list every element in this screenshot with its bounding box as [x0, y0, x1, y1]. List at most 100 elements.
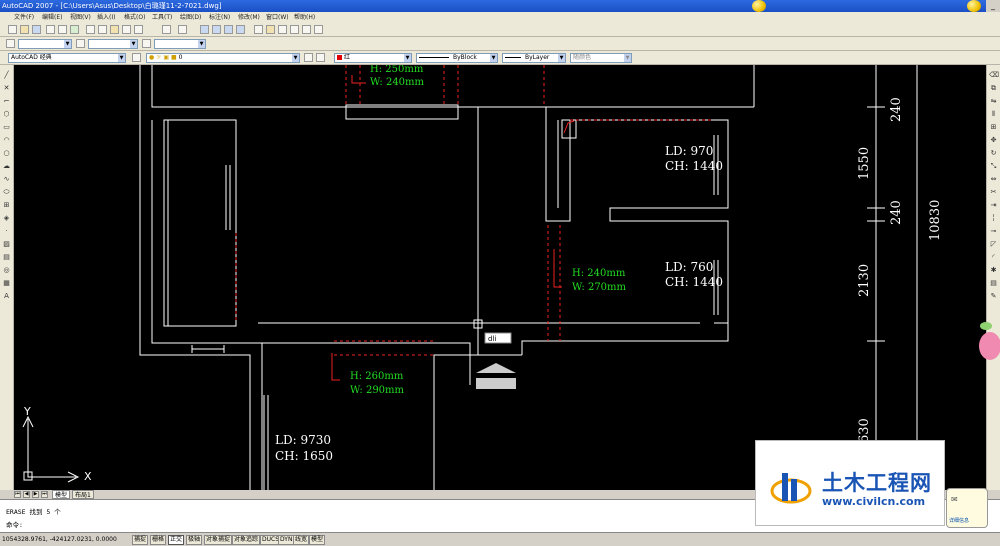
- minimize-button[interactable]: _: [986, 0, 1000, 12]
- revision-cloud-icon[interactable]: ☁: [2, 162, 11, 170]
- new-file-icon[interactable]: [8, 25, 17, 34]
- line-icon[interactable]: ╱: [2, 71, 11, 79]
- sheet-set-icon[interactable]: [290, 25, 299, 34]
- tab-model[interactable]: 模型: [52, 490, 71, 499]
- offset-icon[interactable]: ⫴: [989, 110, 998, 118]
- array-icon[interactable]: ⊞: [989, 123, 998, 131]
- color-combo[interactable]: 红 ▼: [334, 53, 412, 63]
- grid-toggle[interactable]: 栅格: [150, 535, 167, 545]
- make-layer-current-icon[interactable]: [304, 53, 313, 62]
- linetype-combo[interactable]: ByBlock ▼: [416, 53, 498, 63]
- hatch-icon[interactable]: ▨: [2, 240, 11, 248]
- match-properties-icon[interactable]: [122, 25, 131, 34]
- fillet-icon[interactable]: ◜: [989, 253, 998, 261]
- ortho-toggle[interactable]: 正交: [168, 535, 185, 545]
- lineweight-combo[interactable]: ByLayer ▼: [502, 53, 566, 63]
- assistant-widget-icon[interactable]: [972, 320, 1000, 362]
- command-prompt[interactable]: 命令:: [6, 519, 23, 529]
- explode-icon[interactable]: ✱: [989, 266, 998, 274]
- calculator-icon[interactable]: [314, 25, 323, 34]
- dyn-toggle[interactable]: DYN: [278, 535, 295, 545]
- zoom-previous-icon[interactable]: [236, 25, 245, 34]
- properties-icon[interactable]: [254, 25, 263, 34]
- menu-file[interactable]: 文件(F): [14, 12, 34, 23]
- mirror-icon[interactable]: ⇋: [989, 97, 998, 105]
- text-style-icon[interactable]: [6, 39, 15, 48]
- trim-icon[interactable]: ✂: [989, 188, 998, 196]
- workspace-combo[interactable]: AutoCAD 经典 ▼: [8, 53, 126, 63]
- region-icon[interactable]: ◎: [2, 266, 11, 274]
- dim-style-combo[interactable]: ▼: [88, 39, 138, 49]
- scale-icon[interactable]: ⤡: [989, 162, 998, 170]
- polygon-icon[interactable]: ⬡: [2, 110, 11, 118]
- lineweight-toggle[interactable]: 线宽: [293, 535, 310, 545]
- tab-layout1[interactable]: 布局1: [72, 490, 94, 499]
- ellipse-icon[interactable]: ⬭: [2, 188, 11, 196]
- polyline-icon[interactable]: ⌐: [2, 97, 11, 105]
- multiline-text-icon[interactable]: A: [2, 292, 11, 300]
- next-tab-icon[interactable]: ▶: [32, 491, 39, 498]
- print-preview-icon[interactable]: [58, 25, 67, 34]
- erase-icon[interactable]: ⌫: [989, 71, 999, 79]
- publish-icon[interactable]: [70, 25, 79, 34]
- tool-palettes-icon[interactable]: [278, 25, 287, 34]
- menu-modify[interactable]: 修改(M): [238, 12, 260, 23]
- menu-edit[interactable]: 编辑(E): [42, 12, 62, 23]
- move-icon[interactable]: ✥: [989, 136, 998, 144]
- block-editor-icon[interactable]: [134, 25, 143, 34]
- table-icon[interactable]: ▦: [2, 279, 11, 287]
- coordinate-readout[interactable]: 1054328.9761, -424127.0231, 0.0000: [2, 535, 130, 545]
- arc-icon[interactable]: ◠: [2, 136, 11, 144]
- cut-icon[interactable]: [86, 25, 95, 34]
- snap-toggle[interactable]: 捕捉: [132, 535, 149, 545]
- menu-dimension[interactable]: 标注(N): [209, 12, 230, 23]
- notification-ball-icon[interactable]: [752, 0, 766, 12]
- paste-icon[interactable]: [110, 25, 119, 34]
- notification-balloon[interactable]: ✉ 详细信息: [946, 488, 988, 528]
- print-icon[interactable]: [46, 25, 55, 34]
- menu-tools[interactable]: 工具(T): [152, 12, 172, 23]
- gradient-icon[interactable]: ▤: [2, 253, 11, 261]
- first-tab-icon[interactable]: ⏮: [14, 491, 21, 498]
- stretch-icon[interactable]: ⇔: [989, 175, 998, 183]
- notification-link[interactable]: 详细信息: [949, 517, 969, 524]
- polar-toggle[interactable]: 极轴: [186, 535, 203, 545]
- point-icon[interactable]: ·: [2, 227, 11, 235]
- copy-object-icon[interactable]: ⧉: [989, 84, 998, 92]
- model-toggle[interactable]: 模型: [309, 535, 326, 545]
- save-icon[interactable]: [32, 25, 41, 34]
- extend-icon[interactable]: ⇥: [989, 201, 998, 209]
- rotate-icon[interactable]: ↻: [989, 149, 998, 157]
- table-style-combo[interactable]: ▼: [154, 39, 206, 49]
- notification-ball-icon[interactable]: [967, 0, 981, 12]
- insert-block-icon[interactable]: ⊞: [2, 201, 11, 209]
- plotstyle-combo[interactable]: 随颜色 ▼: [570, 53, 632, 63]
- construction-line-icon[interactable]: ✕: [2, 84, 11, 92]
- open-file-icon[interactable]: [20, 25, 29, 34]
- zoom-window-icon[interactable]: [224, 25, 233, 34]
- chamfer-icon[interactable]: ◸: [989, 240, 998, 248]
- menu-insert[interactable]: 插入(I): [97, 12, 115, 23]
- edit-text-icon[interactable]: ✎: [989, 292, 998, 300]
- layer-manager-icon[interactable]: [132, 53, 141, 62]
- markup-icon[interactable]: [302, 25, 311, 34]
- layer-combo[interactable]: ● ☼ ▣ ■ 0 ▼: [146, 53, 300, 63]
- pan-icon[interactable]: [200, 25, 209, 34]
- spline-icon[interactable]: ∿: [2, 175, 11, 183]
- zoom-realtime-icon[interactable]: [212, 25, 221, 34]
- dim-style-icon[interactable]: [76, 39, 85, 48]
- prev-tab-icon[interactable]: ◀: [23, 491, 30, 498]
- break-icon[interactable]: ╎: [989, 214, 998, 222]
- drawing-area[interactable]: H: 250mm W: 240mm H: 240mm W: 270mm H: 2…: [14, 65, 986, 490]
- rectangle-icon[interactable]: ▭: [2, 123, 11, 131]
- menu-view[interactable]: 视图(V): [70, 12, 91, 23]
- design-center-icon[interactable]: [266, 25, 275, 34]
- osnap-toggle[interactable]: 对象捕捉: [204, 535, 233, 545]
- menu-draw[interactable]: 绘图(D): [180, 12, 201, 23]
- layer-previous-icon[interactable]: [316, 53, 325, 62]
- table-style-icon[interactable]: [142, 39, 151, 48]
- menu-help[interactable]: 帮助(H): [294, 12, 315, 23]
- menu-format[interactable]: 格式(O): [124, 12, 145, 23]
- copy-icon[interactable]: [98, 25, 107, 34]
- text-style-combo[interactable]: ▼: [18, 39, 72, 49]
